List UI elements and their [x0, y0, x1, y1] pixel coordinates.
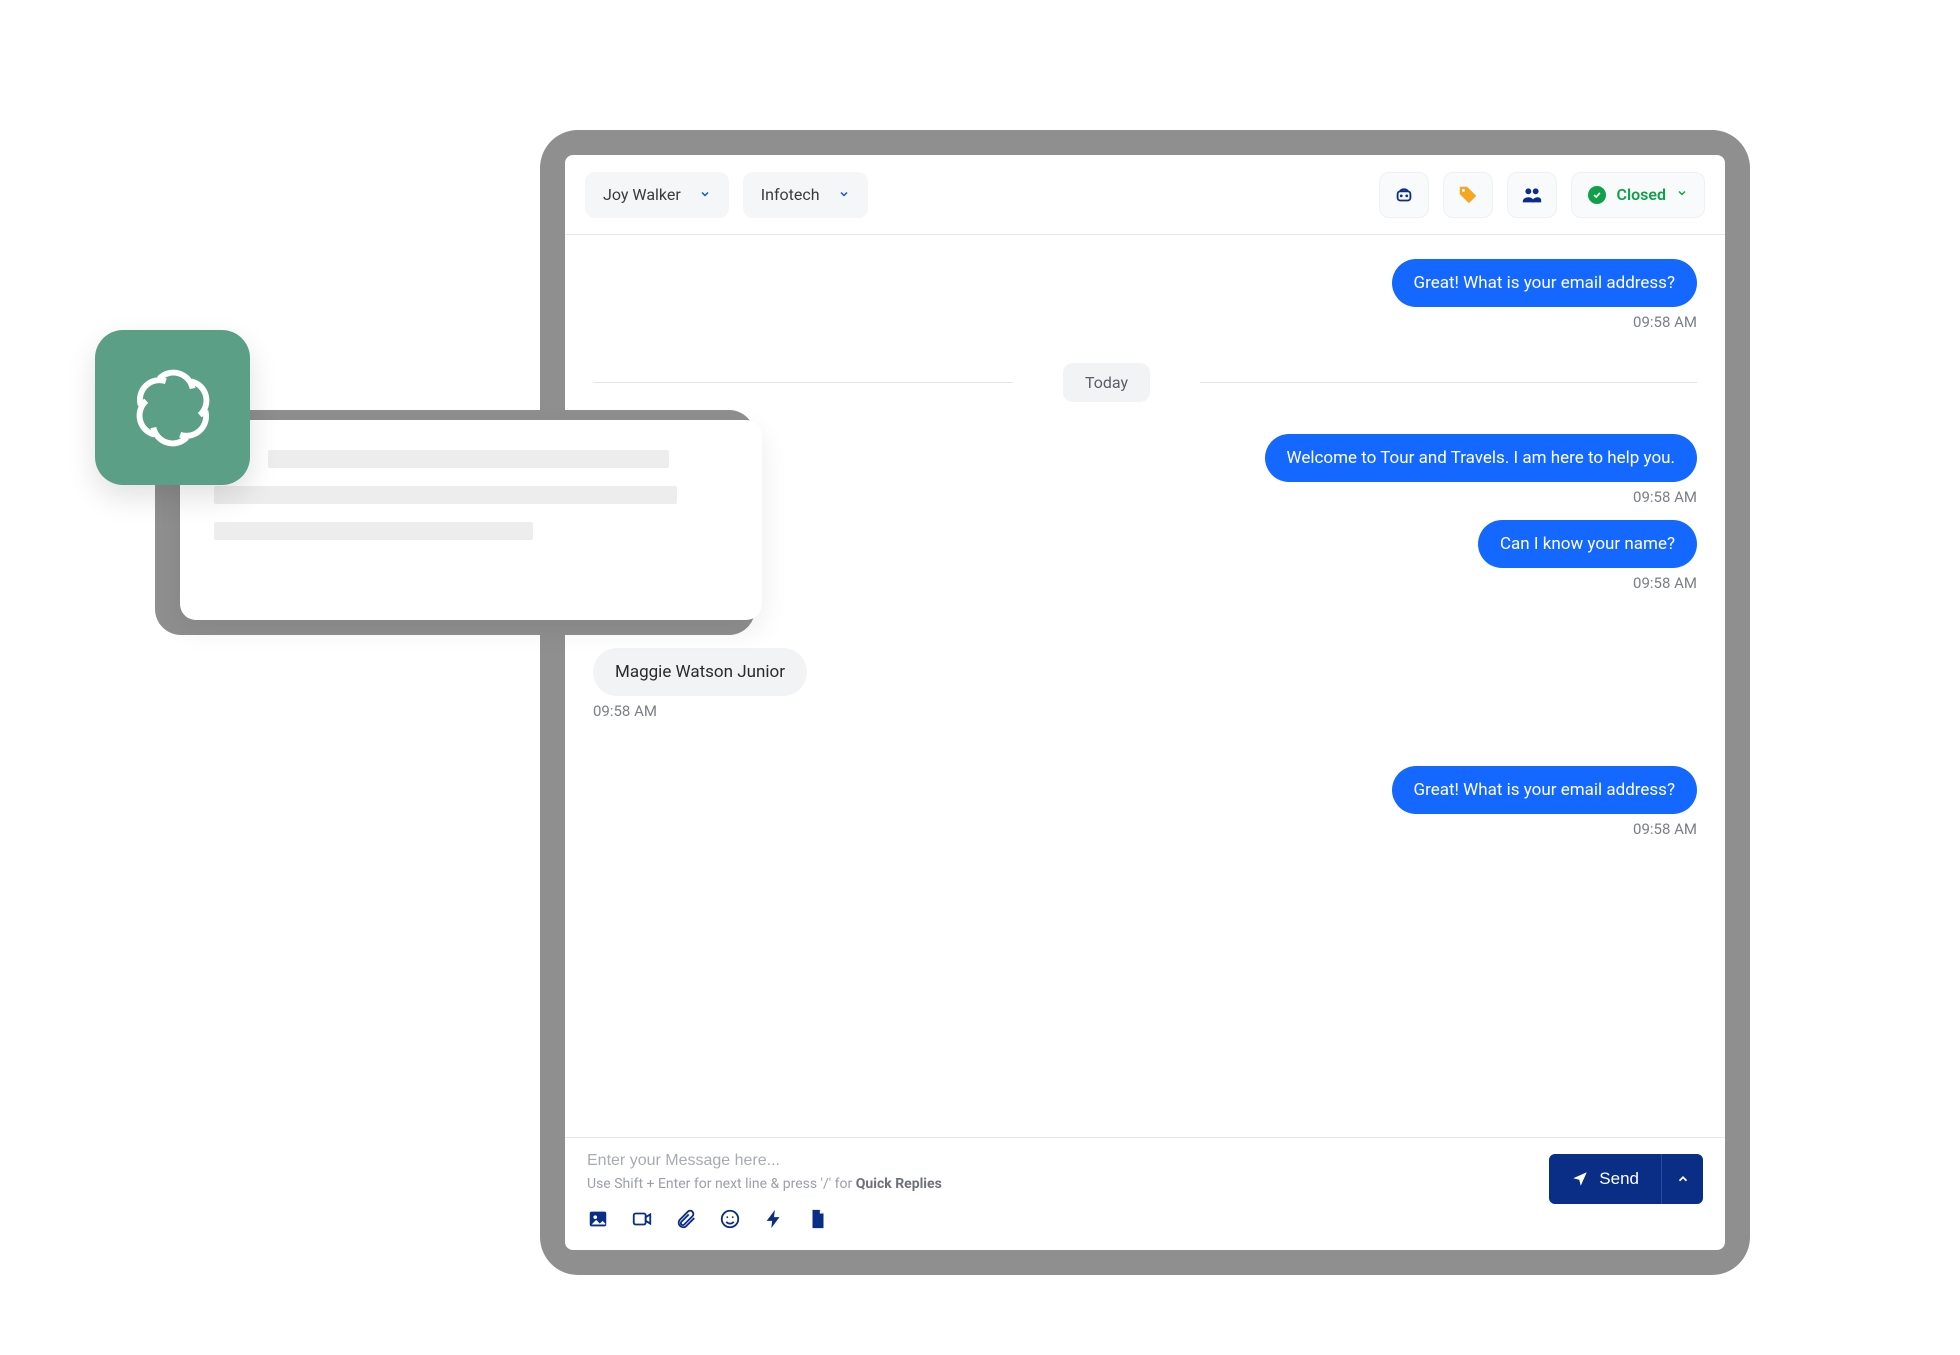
message-bubble: Great! What is your email address? — [1392, 766, 1697, 814]
company-select[interactable]: Infotech — [743, 172, 868, 218]
chevron-down-icon — [1676, 187, 1688, 202]
openai-icon — [124, 359, 222, 457]
message-row-out: Great! What is your email address? 09:58… — [593, 766, 1697, 838]
emoji-icon[interactable] — [719, 1208, 741, 1234]
message-input[interactable] — [587, 1152, 1533, 1170]
composer-hint: Use Shift + Enter for next line & press … — [587, 1176, 1533, 1192]
message-bubble: Maggie Watson Junior — [593, 648, 807, 696]
chat-window: Joy Walker Infotech — [565, 155, 1725, 1250]
status-label: Closed — [1616, 185, 1666, 204]
attachment-icon[interactable] — [675, 1208, 697, 1234]
message-bubble: Great! What is your email address? — [1392, 259, 1697, 307]
device-frame: Joy Walker Infotech — [540, 130, 1750, 1275]
chat-topbar: Joy Walker Infotech — [565, 155, 1725, 235]
chevron-down-icon — [838, 185, 850, 204]
company-name: Infotech — [761, 185, 820, 204]
skeleton-line — [214, 522, 533, 540]
bot-button[interactable] — [1379, 172, 1429, 218]
message-row-in: Maggie Watson Junior 09:58 AM — [593, 648, 1697, 720]
quick-reply-icon[interactable] — [763, 1208, 785, 1234]
ai-suggestion-card — [180, 420, 762, 620]
openai-logo-badge — [95, 330, 250, 485]
chevron-down-icon — [699, 185, 711, 204]
chevron-up-icon — [1676, 1172, 1690, 1186]
send-group: Send — [1549, 1154, 1703, 1204]
message-timestamp: 09:58 AM — [1633, 488, 1697, 506]
message-timestamp: 09:58 AM — [1633, 820, 1697, 838]
message-bubble: Can I know your name? — [1478, 520, 1697, 568]
message-timestamp: 09:58 AM — [1633, 313, 1697, 331]
composer: Use Shift + Enter for next line & press … — [565, 1137, 1725, 1250]
status-select[interactable]: Closed — [1571, 172, 1705, 218]
check-circle-icon — [1588, 186, 1606, 204]
send-button[interactable]: Send — [1549, 1154, 1661, 1204]
people-button[interactable] — [1507, 172, 1557, 218]
message-row-out: Great! What is your email address? 09:58… — [593, 259, 1697, 331]
file-icon[interactable] — [807, 1208, 829, 1234]
contact-name: Joy Walker — [603, 185, 681, 204]
day-divider: Today — [593, 363, 1697, 402]
composer-toolbar — [587, 1208, 1533, 1234]
image-icon[interactable] — [587, 1208, 609, 1234]
send-label: Send — [1599, 1169, 1639, 1189]
video-icon[interactable] — [631, 1208, 653, 1234]
conversation-scroll[interactable]: Great! What is your email address? 09:58… — [565, 235, 1725, 1137]
send-more-button[interactable] — [1661, 1154, 1703, 1204]
hint-bold: Quick Replies — [856, 1176, 942, 1192]
message-timestamp: 09:58 AM — [1633, 574, 1697, 592]
message-bubble: Welcome to Tour and Travels. I am here t… — [1265, 434, 1697, 482]
contact-select[interactable]: Joy Walker — [585, 172, 729, 218]
message-timestamp: 09:58 AM — [593, 702, 657, 720]
tag-button[interactable] — [1443, 172, 1493, 218]
send-icon — [1571, 1170, 1589, 1188]
day-chip: Today — [1063, 363, 1150, 402]
skeleton-line — [268, 450, 669, 468]
skeleton-line — [214, 486, 677, 504]
hint-text: Use Shift + Enter for next line & press … — [587, 1176, 856, 1192]
